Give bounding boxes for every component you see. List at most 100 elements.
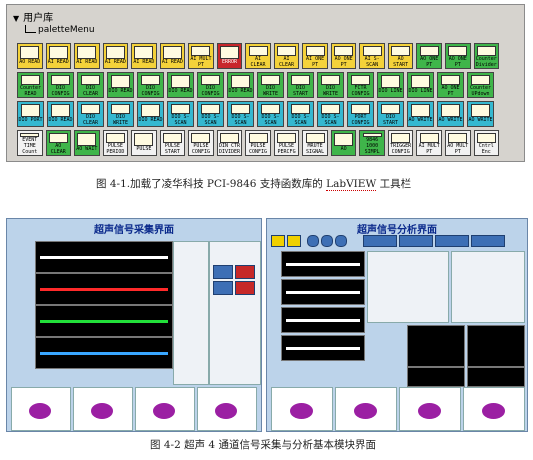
palette-tile-label: PULSE CONFIG [191,143,210,155]
palette-tile-label: PULSE CONFIG [248,143,268,155]
palette-tile[interactable]: AO START [387,43,414,69]
channel-settings-column[interactable] [173,241,209,385]
analysis-scatter-3 [399,387,461,431]
palette-tile[interactable]: DIO CLEAR [77,101,104,127]
palette-tile[interactable]: AI MULT PT [188,43,214,69]
triangle-down-icon[interactable]: ▼ [13,14,19,23]
palette-tile[interactable]: AI S-SCAN [359,43,385,69]
open-icon[interactable] [287,235,301,247]
palette-tile[interactable]: DIO S-SCAN [227,101,254,127]
palette-tile[interactable]: DIO LINE [377,72,404,98]
palette-tile[interactable]: Counter UPdown [467,72,494,98]
palette-tile[interactable]: DIO READ [107,72,134,98]
palette-tile-label: AI CLEAR [279,56,295,68]
folder-icon[interactable] [271,235,285,247]
palette-tile[interactable]: 9846 1000 SIMPL [359,130,385,156]
palette-tile[interactable]: DIO LINE [407,72,434,98]
palette-tile[interactable]: DIO CLEAR [77,72,104,98]
palette-tile[interactable]: DIO CONFIG [137,72,164,98]
palette-tile[interactable]: AO ONE PT [444,43,471,69]
palette-tile-label: DIO CLEAR [82,85,99,97]
palette-tile[interactable]: AI READ [74,43,100,69]
palette-tile[interactable]: AI MULT PT [416,130,442,156]
acquisition-controls[interactable] [209,241,261,385]
palette-tile[interactable]: DIO START [377,101,404,127]
palette-tile[interactable]: AI READ [45,43,72,69]
palette-tile-label: AI ONE PT [306,56,325,68]
palette-tile[interactable]: DIO CONFIG [47,72,74,98]
palette-tile[interactable]: AO READ [17,43,43,69]
analysis-parameters[interactable] [367,251,449,323]
palette-tile[interactable]: DIO S-SCAN [197,101,224,127]
palette-tile[interactable]: FCTR CONFIG [347,72,374,98]
palette-tile-label: DIO CONFIG [201,85,220,97]
palette-tile[interactable]: Counter Divider [473,43,500,69]
palette-tile[interactable]: AO WRITE [407,101,434,127]
palette-tile[interactable]: DIO READ [47,101,74,127]
palette-tile[interactable]: Cntrl Enc [473,130,500,156]
palette-tile[interactable]: DIO CONFIG [197,72,224,98]
palette-tile[interactable]: DIO READ [167,72,194,98]
palette-header[interactable]: ▼ 用户库 [13,9,53,24]
palette-tile[interactable]: DIO S-SCAN [167,101,194,127]
palette-tile[interactable]: MRUTE SIGNAL [302,130,328,156]
palette-tile[interactable]: DIO PORT [17,101,44,127]
palette-tile[interactable]: PULSE [131,130,157,156]
palette-tile[interactable]: PORT CONFIG [347,101,374,127]
palette-tile[interactable]: EVENT TIME Count [17,130,43,156]
palette-tile[interactable]: AO MULT PT [444,130,471,156]
analysis-tab-3[interactable] [435,235,469,247]
pause-button[interactable] [321,235,333,247]
palette-tile[interactable]: AI CLEAR [273,43,300,69]
palette-tile[interactable]: AO [330,130,357,156]
palette-tile[interactable]: AO WRITE [437,101,464,127]
palette-tile[interactable]: TRIGGER CONFIG [387,130,414,156]
palette-tile[interactable]: PULSE PERIOD [102,130,129,156]
palette-tile[interactable]: DIO WRITE [257,72,284,98]
stop-button[interactable] [235,265,255,279]
analysis-tab-1[interactable] [363,235,397,247]
palette-tile[interactable]: PULSE START [159,130,186,156]
palette-tile-label: AI READ [133,59,155,65]
palette-tile[interactable]: AO ONE PT [416,43,442,69]
palette-tile-label: Cntrl Enc [478,143,494,155]
palette-tile[interactable]: AI CLEAR [245,43,271,69]
palette-tile[interactable]: AO ONE PT [330,43,357,69]
palette-tile[interactable]: AI READ [131,43,157,69]
palette-tile[interactable]: DIO START [287,72,314,98]
exit-button[interactable] [235,281,255,295]
analysis-tab-2[interactable] [399,235,433,247]
palette-tile[interactable]: DIO S-SCAN [257,101,284,127]
palette-tile[interactable]: PULSE PERCFG [273,130,300,156]
pulse-period-icon [105,133,125,143]
palette-tile[interactable]: AO WRITE [467,101,494,127]
analysis-waveform-1 [281,251,365,277]
palette-tile[interactable]: AO WAIT [74,130,100,156]
palette-tile[interactable]: AO ONE PT [437,72,464,98]
palette-tile-label: AO WRITE [438,117,463,123]
palette-tile[interactable]: DIO S-SCAN [317,101,344,127]
open-folder-button[interactable] [213,265,233,279]
play-button[interactable] [307,235,319,247]
palette-tile[interactable]: PULSE CONFIG [245,130,271,156]
palette-tile[interactable]: AI READ [102,43,129,69]
palette-tile[interactable]: PULSE CONFIG [188,130,214,156]
palette-tile[interactable]: AO CLEAR [45,130,72,156]
palette-tile[interactable]: AI READ [159,43,186,69]
palette-tile[interactable]: DIO S-SCAN [287,101,314,127]
palette-tile[interactable]: Counter READ [17,72,44,98]
palette-subheader[interactable]: paletteMenu [25,25,95,35]
pulse-config-icon [191,133,211,143]
analysis-waveform-3 [281,307,365,333]
palette-tile[interactable]: DIO READ [227,72,254,98]
analysis-tab-4[interactable] [471,235,505,247]
palette-tile[interactable]: ERROR [216,43,243,69]
palette-tile[interactable]: DIN CTR DIVIDER [216,130,243,156]
save-button[interactable] [213,281,233,295]
stop-button[interactable] [335,235,347,247]
palette-tile[interactable]: DIO WRITE [317,72,344,98]
waveform-chart-ch1 [35,241,173,273]
palette-tile[interactable]: DIO READ [137,101,164,127]
palette-tile[interactable]: DIO WRITE [107,101,134,127]
palette-tile[interactable]: AI ONE PT [302,43,328,69]
